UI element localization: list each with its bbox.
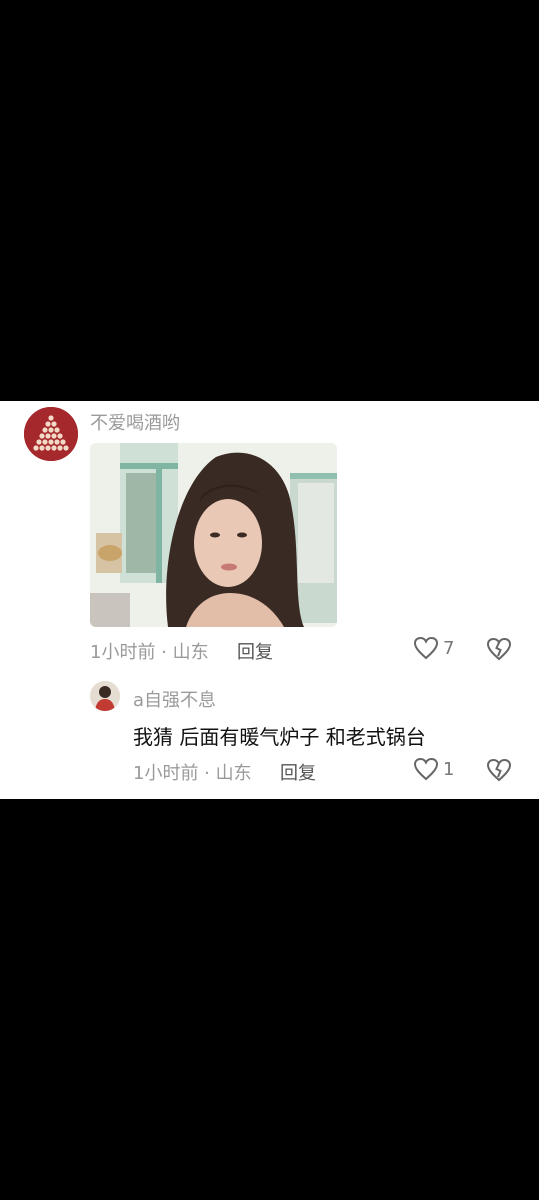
- reply-dislike-button[interactable]: [486, 758, 512, 786]
- avatar-person-icon: [90, 681, 120, 711]
- reply-button[interactable]: 回复: [237, 638, 273, 664]
- commenter-avatar[interactable]: [24, 407, 78, 461]
- broken-heart-icon: [486, 637, 512, 661]
- reply-content: 我猜 后面有暖气炉子 和老式锅台: [133, 725, 426, 749]
- reply-like-button[interactable]: 1: [413, 757, 454, 781]
- comment-card: 不爱喝酒哟 1小时前 · 山东 回复 7 a自强不息 我猜 后面有暖气炉子 和老…: [0, 401, 539, 799]
- photo-image: [90, 443, 337, 627]
- avatar-pyramid-icon: [24, 407, 78, 461]
- broken-heart-icon: [486, 758, 512, 782]
- reply-meta: 1小时前 · 山东: [133, 763, 252, 784]
- heart-outline-icon: [413, 636, 439, 660]
- heart-outline-icon: [413, 757, 439, 781]
- like-button[interactable]: 7: [413, 636, 454, 660]
- replier-avatar[interactable]: [90, 681, 120, 711]
- like-count: 7: [443, 637, 455, 659]
- dislike-button[interactable]: [486, 637, 512, 665]
- replier-username[interactable]: a自强不息: [133, 686, 216, 712]
- comment-photo[interactable]: [90, 443, 337, 627]
- comment-meta: 1小时前 · 山东: [90, 642, 209, 663]
- commenter-username[interactable]: 不爱喝酒哟: [90, 409, 180, 435]
- reply-to-reply-button[interactable]: 回复: [280, 759, 316, 785]
- reply-like-count: 1: [443, 758, 455, 780]
